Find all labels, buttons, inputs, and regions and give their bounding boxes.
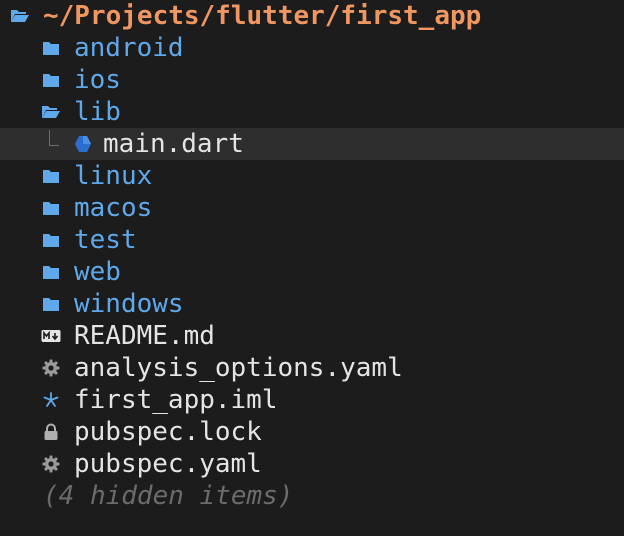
tree-item-label: test bbox=[74, 225, 137, 255]
folder-open-icon bbox=[40, 96, 62, 128]
tree-item-web[interactable]: web bbox=[0, 256, 624, 288]
folder-icon bbox=[40, 256, 62, 288]
folder-icon bbox=[40, 160, 62, 192]
folder-icon bbox=[40, 288, 62, 320]
hidden-items-note[interactable]: (4 hidden items) bbox=[0, 480, 624, 512]
tree-item-android[interactable]: android bbox=[0, 32, 624, 64]
tree-item-linux[interactable]: linux bbox=[0, 160, 624, 192]
tree-item-test[interactable]: test bbox=[0, 224, 624, 256]
tree-item-label: pubspec.yaml bbox=[74, 449, 262, 479]
tree-item-label: main.dart bbox=[103, 129, 244, 159]
tree-item-label: linux bbox=[74, 161, 153, 191]
tree-item-label: pubspec.lock bbox=[74, 417, 262, 447]
tree-item-label: macos bbox=[74, 193, 153, 223]
tree-root[interactable]: ~/Projects/flutter/first_app bbox=[0, 0, 624, 32]
tree-item-label: lib bbox=[74, 97, 121, 127]
tree-item-main-dart[interactable]: main.dart bbox=[0, 128, 624, 160]
file-tree: ~/Projects/flutter/first_app android ios… bbox=[0, 0, 624, 536]
tree-item-label: analysis_options.yaml bbox=[74, 353, 403, 383]
tree-branch-connector bbox=[49, 130, 59, 146]
tree-item-windows[interactable]: windows bbox=[0, 288, 624, 320]
tree-item-readme[interactable]: README.md bbox=[0, 320, 624, 352]
gear-icon bbox=[40, 352, 62, 384]
folder-icon bbox=[40, 64, 62, 96]
tree-item-pubspec-yaml[interactable]: pubspec.yaml bbox=[0, 448, 624, 480]
tree-item-lib[interactable]: lib bbox=[0, 96, 624, 128]
tree-item-first-app-iml[interactable]: first_app.iml bbox=[0, 384, 624, 416]
tree-item-macos[interactable]: macos bbox=[0, 192, 624, 224]
tree-item-label: first_app.iml bbox=[74, 385, 278, 415]
tree-item-pubspec-lock[interactable]: pubspec.lock bbox=[0, 416, 624, 448]
folder-open-icon bbox=[9, 0, 31, 32]
tree-item-label: android bbox=[74, 33, 184, 63]
tree-item-label: README.md bbox=[74, 321, 215, 351]
star-icon bbox=[40, 384, 62, 416]
folder-icon bbox=[40, 32, 62, 64]
tree-item-ios[interactable]: ios bbox=[0, 64, 624, 96]
hidden-items-label: (4 hidden items) bbox=[43, 481, 294, 511]
tree-item-label: windows bbox=[74, 289, 184, 319]
lock-icon bbox=[40, 416, 62, 448]
folder-icon bbox=[40, 224, 62, 256]
root-path: ~/Projects/flutter/first_app bbox=[43, 1, 482, 31]
tree-item-label: web bbox=[74, 257, 121, 287]
markdown-icon bbox=[40, 320, 62, 352]
gear-icon bbox=[40, 448, 62, 480]
tree-item-analysis-options[interactable]: analysis_options.yaml bbox=[0, 352, 624, 384]
folder-icon bbox=[40, 192, 62, 224]
dart-icon bbox=[72, 128, 94, 160]
tree-item-label: ios bbox=[74, 65, 121, 95]
